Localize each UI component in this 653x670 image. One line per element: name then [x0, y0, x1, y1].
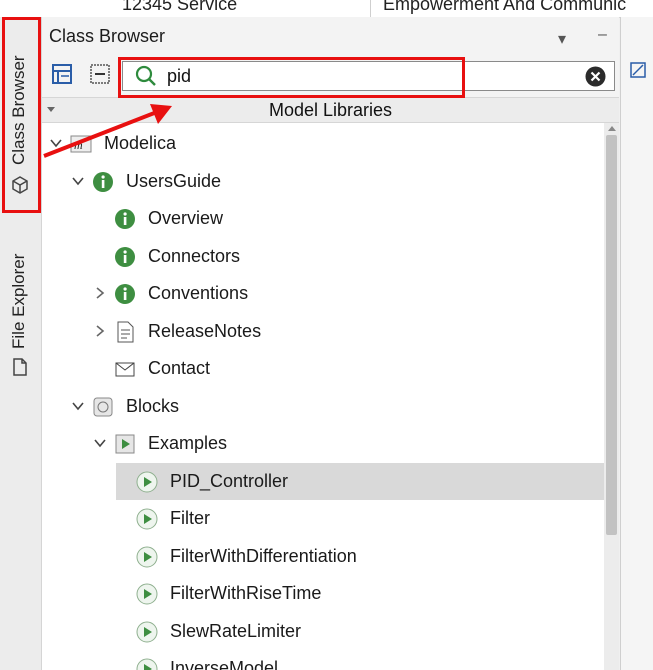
top-strip: 12345 Service Empowerment And Communic: [0, 0, 653, 18]
chevron-down-icon[interactable]: [94, 437, 106, 449]
tab-class-browser[interactable]: Class Browser: [0, 17, 41, 217]
search-icon: [135, 65, 156, 86]
chevron-right-icon[interactable]: [94, 324, 106, 337]
play-icon: [136, 658, 158, 670]
tree-item-label: Blocks: [126, 395, 180, 416]
list-header-label: Model Libraries: [268, 100, 393, 120]
package-icon: [93, 397, 113, 416]
class-browser-panel: Class Browser ▾ – Model Libraries m Model…: [42, 17, 619, 670]
top-separator: [370, 0, 371, 17]
cube-icon: [12, 176, 28, 194]
tree-item-label: Examples: [148, 433, 228, 453]
tab-class-browser-label: Class Browser: [9, 55, 28, 165]
tree-item-label: PID_Controller: [170, 470, 289, 491]
tree-row[interactable]: Connectors: [42, 238, 604, 275]
tree-row[interactable]: InverseModel: [42, 650, 604, 670]
tree-item-label: Modelica: [104, 133, 177, 153]
document-icon: [117, 321, 134, 342]
file-icon: [13, 358, 27, 376]
info-icon: [115, 284, 135, 304]
tree-row[interactable]: FilterWithDifferentiation: [42, 538, 604, 575]
play-icon: [136, 621, 158, 642]
info-icon: [115, 209, 135, 229]
tree-item-label: Contact: [148, 358, 211, 378]
tree-row[interactable]: SlewRateLimiter: [42, 613, 604, 650]
tree-item-label: Connectors: [148, 245, 241, 266]
tree-item-label: Overview: [148, 208, 224, 228]
top-tab-right[interactable]: Empowerment And Communic: [383, 0, 626, 15]
search-input[interactable]: [167, 64, 547, 88]
tree-row[interactable]: Examples: [42, 425, 604, 462]
play-icon: [136, 471, 158, 492]
tree-item-label: UsersGuide: [126, 170, 222, 191]
chevron-down-icon[interactable]: [72, 400, 84, 412]
panel-menu-button[interactable]: ▾: [558, 29, 566, 49]
svg-text:m: m: [74, 138, 83, 152]
info-icon: [115, 246, 135, 267]
tree-item-label: Filter: [170, 508, 210, 528]
tree-row[interactable]: Filter: [42, 500, 604, 537]
play-icon: [136, 508, 158, 530]
vertical-scrollbar[interactable]: [604, 123, 619, 670]
scrollbar-thumb[interactable]: [606, 135, 617, 535]
tree-row[interactable]: FilterWithRiseTime: [42, 575, 604, 612]
tree-row[interactable]: m Modelica: [42, 125, 604, 162]
panel-close-button[interactable]: –: [598, 26, 607, 44]
play-icon: [136, 546, 158, 567]
tree-item-label: Conventions: [148, 283, 249, 303]
edit-icon[interactable]: [629, 61, 647, 79]
tree-item-label: FilterWithRiseTime: [170, 583, 322, 603]
chevron-right-icon[interactable]: [94, 287, 106, 299]
play-icon: [136, 583, 158, 605]
panel-title: Class Browser: [49, 26, 166, 46]
tree-row[interactable]: ReleaseNotes: [42, 313, 604, 350]
chevron-down-icon[interactable]: [50, 137, 62, 149]
tree-toolbar-icon[interactable]: [50, 62, 74, 86]
class-tree: m Modelica UsersGuide Overview Connectors Con…: [42, 123, 604, 670]
collapse-all-icon[interactable]: [88, 62, 112, 86]
clear-icon[interactable]: [585, 66, 606, 87]
list-header[interactable]: Model Libraries: [42, 97, 619, 123]
tab-file-explorer[interactable]: File Explorer: [0, 227, 41, 387]
tree-row[interactable]: Blocks: [42, 388, 604, 425]
tree-item-label: SlewRateLimiter: [170, 620, 302, 641]
right-panel-edge: [620, 17, 653, 670]
tree-item-label: FilterWithDifferentiation: [170, 545, 357, 566]
tree-row[interactable]: Overview: [42, 200, 604, 237]
play-package-icon: [115, 434, 135, 454]
tree-row[interactable]: Conventions: [42, 275, 604, 312]
side-tab-bar: Class Browser File Explorer: [0, 17, 42, 670]
tree-item-label: InverseModel: [170, 658, 279, 670]
tree-row[interactable]: Contact: [42, 350, 604, 387]
chevron-down-icon[interactable]: [72, 175, 84, 187]
modelica-icon: m: [70, 135, 92, 153]
envelope-icon: [115, 362, 135, 377]
scroll-up-icon[interactable]: [608, 126, 616, 131]
tab-file-explorer-label: File Explorer: [9, 253, 28, 349]
tree-item-label: ReleaseNotes: [148, 320, 262, 341]
top-tab-left[interactable]: 12345 Service: [122, 0, 237, 15]
info-icon: [93, 171, 113, 192]
tree-row[interactable]: PID_Controller: [116, 462, 604, 500]
search-box[interactable]: [122, 61, 615, 91]
tree-row[interactable]: UsersGuide: [42, 163, 604, 200]
